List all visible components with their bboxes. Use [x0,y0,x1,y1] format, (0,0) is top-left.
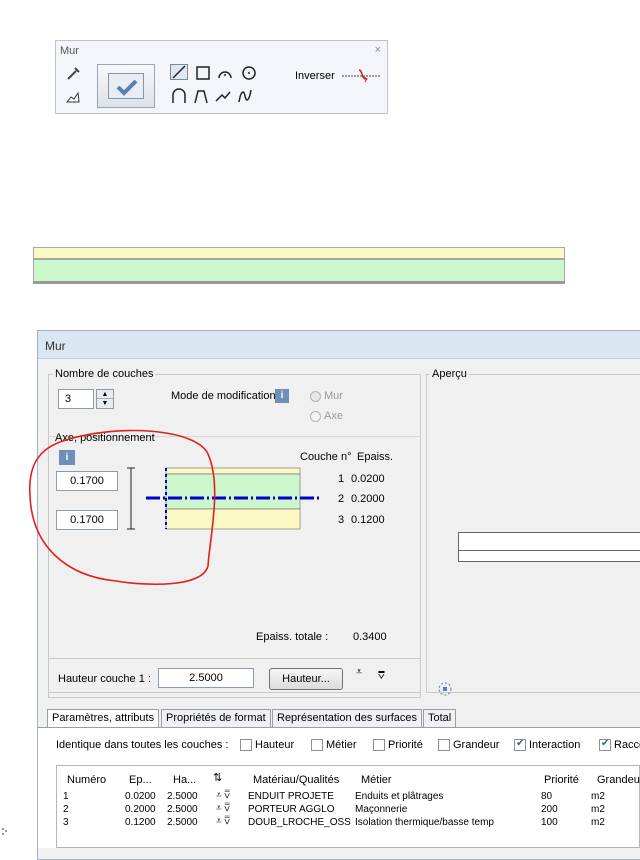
tab-parameters[interactable]: Paramètres, attributs [47,709,160,728]
wall-layer-yellow [33,247,565,259]
grid-cell: 0.2000 [125,804,156,815]
spin-down-icon[interactable]: ▼ [97,399,113,408]
mode-label: Mode de modification [171,390,276,402]
layer-col-header-thick: Epaiss. [357,451,394,463]
grid-header[interactable]: Grandeur [597,774,640,786]
close-icon[interactable]: × [375,44,381,56]
tab-total[interactable]: Total [423,709,457,727]
spline-tool-icon[interactable] [236,88,254,104]
pick-parameters-icon[interactable] [64,89,82,105]
eyedropper-icon[interactable] [64,65,82,81]
height-up-icon[interactable]: ⩢ [378,670,385,683]
layer-row-no: 2 [338,493,345,505]
layer-row-thick: 0.1200 [351,514,385,526]
line-tool-icon[interactable] [170,64,188,80]
grid-cell: 2 [63,804,69,815]
checkbox-grandeur[interactable]: Grandeur [438,739,499,752]
grid-cell: 0.0200 [125,791,156,802]
grid-header[interactable]: Ha... [173,774,196,786]
grid-cell[interactable]: PORTEUR AGGLO [248,804,335,815]
grid-cell[interactable]: m2 [591,817,605,828]
layer-row-no: 1 [338,473,345,485]
arch-tool-icon[interactable] [170,88,188,104]
identical-label: Identique dans toutes les couches : [56,739,229,751]
palette-title: Mur [60,45,79,57]
resize-grip-icon[interactable] [0,826,8,838]
invert-direction-icon[interactable] [341,67,383,83]
wall-settings-button[interactable] [97,64,155,108]
preview-wall [458,532,640,551]
checkbox-priorite[interactable]: Priorité [373,739,423,752]
layer-row-thick: 0.0200 [351,473,385,485]
height-button[interactable]: Hauteur... [269,668,343,690]
tab-format[interactable]: Propriétés de format [161,709,271,727]
checkbox-raccord[interactable]: Racco [599,738,640,752]
layer-row-thick: 0.2000 [351,493,385,505]
dialog-title: Mur [45,339,66,353]
invert-label: Inverser [295,70,335,82]
mode-radio-axe[interactable]: Axe [310,410,343,422]
grid-header[interactable]: Matériau/Qualités [253,774,339,786]
layer-count-spinner[interactable]: ▲ ▼ [96,389,114,409]
spin-up-icon[interactable]: ▲ [97,390,113,399]
circle-tool-icon[interactable] [240,65,258,81]
arc-tool-icon[interactable] [216,65,234,81]
mode-radio-mur[interactable]: Mur [310,390,343,402]
grid-cell[interactable]: Maçonnerie [355,804,407,815]
zoom-extents-icon[interactable] [437,681,453,697]
polygon-tool-icon[interactable] [192,88,210,104]
total-thickness-label: Epaiss. totale : [256,631,329,643]
preview-legend: Aperçu [430,368,469,380]
checkbox-metier[interactable]: Métier [311,739,357,752]
checkbox-hauteur[interactable]: Hauteur [240,739,294,752]
layer-col-header-no: Couche n° [300,451,352,463]
grid-cell: 2.5000 [167,804,198,815]
layer-count-input[interactable]: 3 [58,389,94,409]
dialog-titlebar: Mur [38,331,640,359]
height-arrows-icon[interactable]: ⩡ ⩢ [216,803,230,814]
height-arrows-icon[interactable]: ⩡ ⩢ [216,790,230,801]
grid-cell[interactable]: 100 [541,817,558,828]
tab-surfaces[interactable]: Représentation des surfaces [272,709,423,727]
grid-cell[interactable]: ENDUIT PROJETE [248,791,334,802]
grid-cell[interactable]: m2 [591,804,605,815]
grid-cell[interactable]: DOUB_LROCHE_OSS [248,817,351,828]
red-annotation-circle [28,429,216,586]
grid-cell: 0.1200 [125,817,156,828]
grid-header[interactable]: Priorité [544,774,579,786]
height-arrows-icon[interactable]: ⩡ ⩢ [216,816,230,827]
preview-wall-lower [458,551,640,562]
height-input[interactable]: 2.5000 [158,668,254,688]
wall-toolbar-palette: Mur × Inverser [55,40,388,114]
grid-cell: 2.5000 [167,817,198,828]
layers-group-legend: Nombre de couches [53,368,156,380]
grid-cell[interactable]: m2 [591,791,605,802]
checkbox-interaction[interactable]: Interaction [514,738,580,752]
layers-grid: Numéro Ep... Ha... ⇅ Matériau/Qualités M… [56,765,640,848]
sort-icon[interactable]: ⇅ [213,771,222,784]
grid-cell[interactable]: Enduits et plâtrages [355,791,443,802]
info-icon[interactable]: i [275,389,289,403]
grid-header[interactable]: Numéro [67,774,106,786]
total-thickness-value: 0.3400 [353,631,387,643]
grid-header[interactable]: Ep... [129,774,152,786]
height-label: Hauteur couche 1 : [58,673,151,685]
height-down-icon[interactable]: ⩡ [356,666,362,679]
grid-header[interactable]: Métier [361,774,392,786]
grid-cell: 3 [63,817,69,828]
grid-cell[interactable]: 80 [541,791,552,802]
grid-cell[interactable]: Isolation thermique/basse temp [355,817,494,828]
layer-row-no: 3 [338,514,345,526]
checkmark-icon [116,79,138,96]
wall-layer-green [33,259,565,284]
grid-cell[interactable]: 200 [541,804,558,815]
grid-cell: 2.5000 [167,791,198,802]
polyline-tool-icon[interactable] [214,88,232,104]
rectangle-tool-icon[interactable] [194,65,212,81]
grid-cell: 1 [63,791,69,802]
